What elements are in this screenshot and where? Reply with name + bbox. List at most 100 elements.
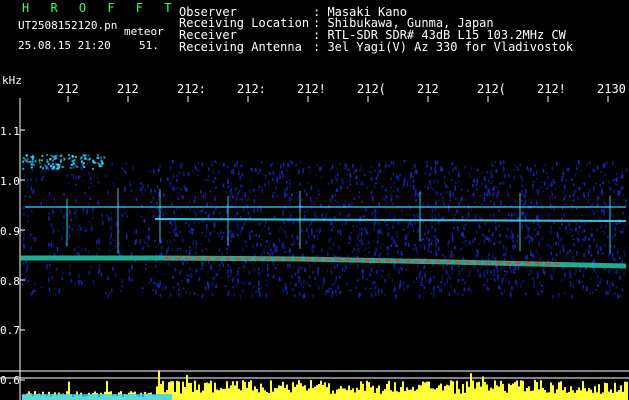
amplitude-bar (246, 387, 248, 400)
amplitude-bar (408, 389, 410, 400)
noise-speck (211, 203, 213, 205)
noise-speck (603, 210, 606, 215)
noise-speck (608, 270, 610, 272)
noise-speck (422, 238, 424, 241)
amplitude-bar (460, 393, 462, 400)
amplitude-bar (508, 383, 510, 400)
noise-speck (602, 192, 605, 194)
noise-speck (486, 236, 489, 241)
noise-speck (181, 213, 183, 216)
amplitude-bar (582, 381, 584, 400)
noise-speck (259, 287, 262, 290)
noise-speck (97, 180, 100, 184)
noise-speck (574, 272, 576, 275)
noise-speck (236, 273, 238, 275)
noise-speck (437, 192, 439, 194)
noise-speck (163, 193, 165, 198)
noise-speck (282, 173, 284, 178)
noise-speck (297, 268, 300, 273)
amplitude-bar (396, 391, 398, 400)
noise-speck (378, 171, 380, 174)
noise-speck (493, 202, 496, 206)
noise-speck (537, 230, 540, 235)
noise-speck (436, 252, 438, 256)
noise-speck (316, 164, 319, 166)
noise-speck (615, 172, 618, 175)
noise-speck (427, 248, 430, 253)
noise-speck (437, 239, 440, 243)
noise-speck (304, 267, 306, 269)
noise-speck (230, 190, 232, 194)
noise-speck (241, 173, 244, 177)
noise-speck (400, 267, 403, 272)
noise-speck (348, 241, 350, 245)
noise-speck (414, 190, 417, 196)
noise-speck (212, 180, 215, 183)
amplitude-bar (322, 384, 324, 400)
noise-speck (532, 253, 535, 257)
noise-speck (78, 273, 80, 278)
noise-speck (288, 196, 291, 202)
noise-speck (572, 257, 574, 262)
noise-speck (609, 283, 611, 288)
noise-speck (364, 244, 367, 246)
noise-speck (237, 278, 239, 284)
noise-speck (395, 242, 397, 248)
noise-speck (499, 277, 502, 279)
noise-speck (55, 154, 58, 157)
noise-speck (23, 244, 25, 249)
noise-speck (70, 174, 72, 176)
noise-speck (139, 239, 141, 244)
noise-speck (360, 164, 363, 170)
noise-speck (470, 207, 472, 211)
noise-speck (226, 252, 228, 254)
noise-speck (22, 230, 24, 234)
noise-speck (180, 294, 183, 296)
noise-speck (239, 232, 242, 236)
noise-speck (212, 231, 215, 233)
noise-speck (407, 225, 409, 229)
noise-speck (539, 281, 541, 285)
noise-speck (84, 154, 87, 157)
noise-speck (76, 252, 78, 256)
noise-speck (290, 197, 293, 201)
noise-speck (264, 183, 266, 187)
noise-speck (168, 231, 171, 234)
amplitude-bar (280, 385, 282, 400)
noise-speck (605, 290, 608, 296)
noise-speck (586, 163, 588, 165)
noise-speck (45, 167, 48, 169)
noise-speck (286, 290, 288, 295)
noise-speck (415, 246, 417, 251)
amplitude-bar (456, 380, 458, 400)
noise-speck (292, 287, 294, 291)
noise-speck (188, 172, 190, 176)
noise-speck (30, 246, 32, 250)
noise-speck (567, 167, 569, 172)
noise-speck (521, 224, 524, 226)
noise-speck (294, 282, 296, 287)
noise-speck (249, 189, 251, 193)
noise-speck (582, 286, 585, 290)
noise-speck (433, 276, 435, 279)
noise-speck (493, 213, 495, 217)
noise-speck (359, 228, 361, 233)
noise-speck (593, 187, 595, 192)
noise-speck (429, 173, 431, 177)
noise-speck (195, 212, 197, 217)
noise-speck (386, 245, 388, 250)
amplitude-bar (316, 385, 318, 400)
amplitude-bar (410, 389, 412, 400)
noise-speck (249, 179, 252, 182)
noise-speck (404, 236, 406, 239)
noise-speck (75, 231, 77, 234)
noise-speck (120, 290, 122, 292)
noise-speck (83, 166, 86, 168)
noise-speck (38, 161, 41, 164)
noise-speck (464, 214, 466, 216)
noise-speck (269, 254, 271, 256)
noise-speck (30, 292, 32, 297)
noise-speck (98, 238, 100, 242)
noise-speck (461, 224, 464, 227)
noise-speck (593, 238, 596, 242)
